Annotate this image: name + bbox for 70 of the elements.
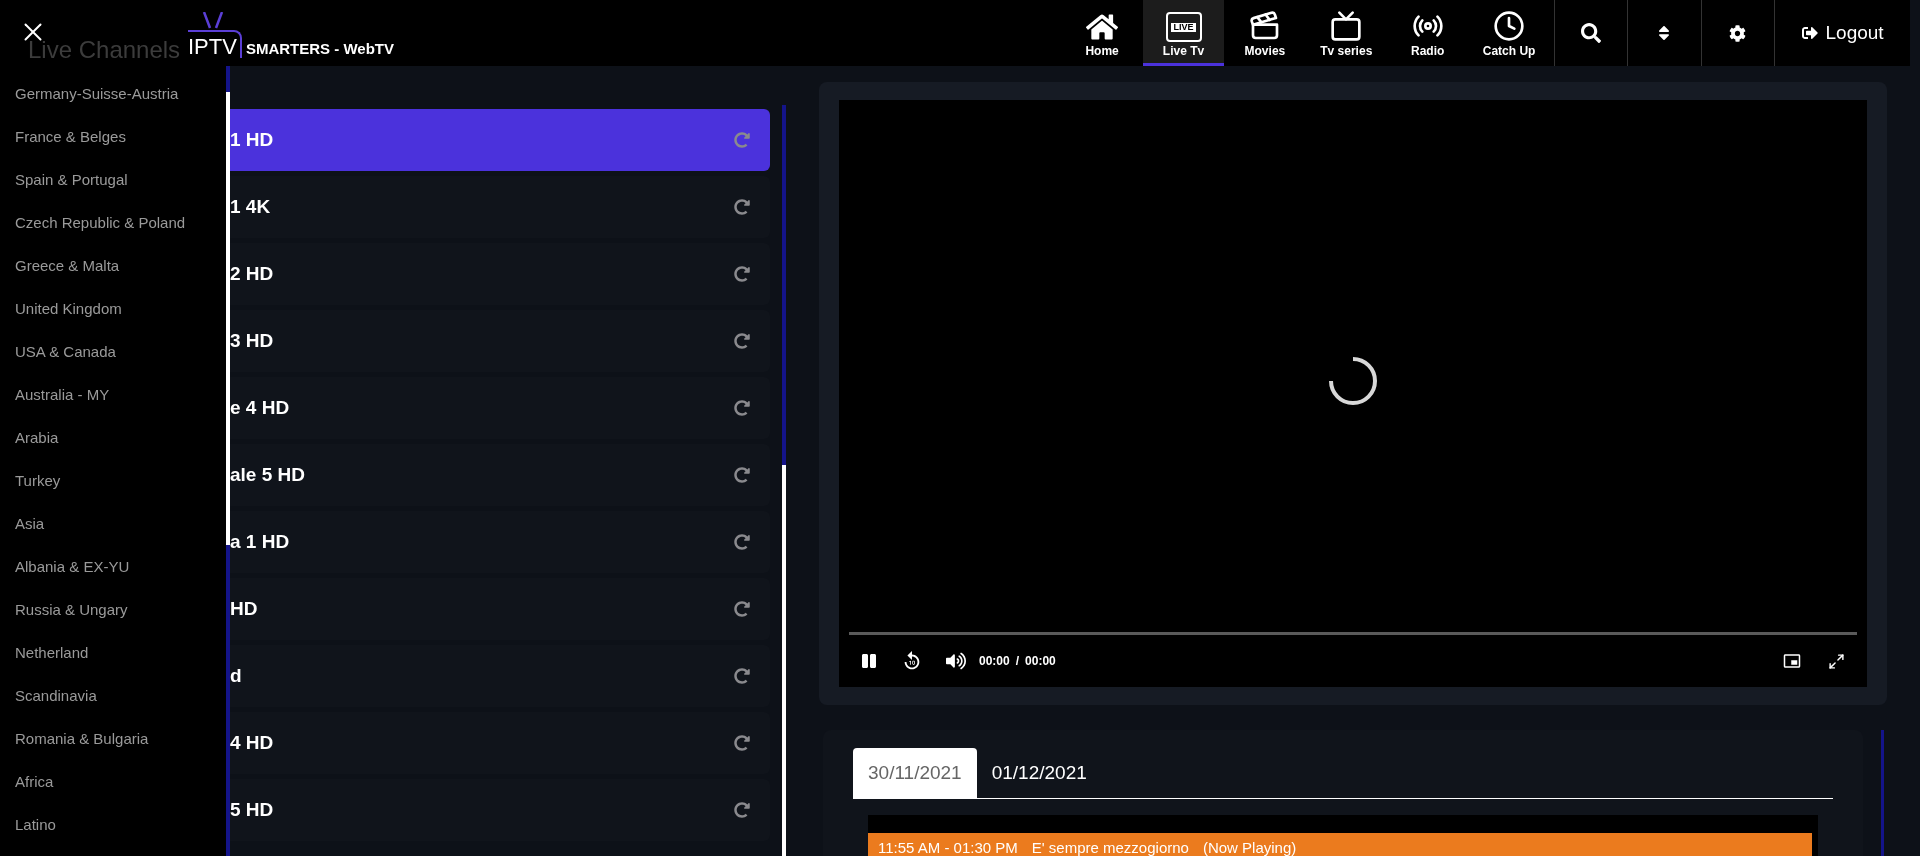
category-item[interactable]: Czech Republic & Poland (0, 202, 226, 245)
channel-name: 1 HD (230, 127, 274, 152)
refresh-icon (734, 132, 750, 148)
nav-tab[interactable]: Catch Up (1468, 0, 1550, 66)
search-icon (1580, 23, 1601, 43)
channel-name: a 1 HD (230, 529, 290, 554)
sidebar-title: Live Channels (28, 38, 181, 62)
refresh-icon (734, 266, 750, 282)
refresh-icon (734, 333, 750, 349)
category-item[interactable]: Latino (0, 804, 226, 847)
category-item[interactable]: France & Belges (0, 116, 226, 159)
logout-icon (1801, 25, 1818, 41)
channel-name: 2 HD (230, 261, 274, 286)
refresh-icon (734, 601, 750, 617)
channel-name: 4 HD (230, 730, 274, 755)
settings-icon (1729, 24, 1747, 42)
duration: 00:00 (1025, 653, 1056, 670)
channel-name: HD (230, 596, 258, 621)
logo-name: SMARTERS - WebTV (245, 41, 394, 56)
category-item[interactable]: Africa (0, 761, 226, 804)
tv-icon (1330, 10, 1363, 42)
channel-name: 1 4K (230, 194, 271, 219)
refresh-icon (734, 400, 750, 416)
category-item[interactable]: USA & Canada (0, 331, 226, 374)
date-tab[interactable]: 01/12/2021 (976, 748, 1102, 798)
category-item[interactable]: Albania & EX-YU (0, 546, 226, 589)
logo-prefix: IPTV (188, 30, 242, 58)
channel-name: ale 5 HD (230, 462, 305, 487)
category-item[interactable]: Netherland (0, 632, 226, 675)
clapperboard-icon (1248, 10, 1281, 42)
category-item[interactable]: Arabia (0, 417, 226, 460)
programme-title: E' sempre mezzogiorno (1031, 837, 1189, 856)
refresh-icon (734, 467, 750, 483)
category-item[interactable]: Scandinavia (0, 675, 226, 718)
live-badge: LIVE (1171, 22, 1196, 32)
time-separator: / (1015, 653, 1020, 670)
clock-icon (1493, 10, 1526, 42)
category-item[interactable]: Turkey (0, 460, 226, 503)
channel-name: d (230, 663, 242, 688)
loading-spinner (1328, 356, 1378, 406)
category-item[interactable]: United Kingdom (0, 288, 226, 331)
nav-tab[interactable]: LIVE Live Tv (1142, 0, 1225, 66)
nav-tab[interactable]: Movies (1224, 0, 1306, 66)
category-item[interactable]: Australia - MY (0, 374, 226, 417)
nav-tab[interactable]: Radio (1387, 0, 1469, 66)
house-icon (1086, 12, 1119, 42)
refresh-icon (734, 534, 750, 550)
category-item[interactable]: Asia (0, 503, 226, 546)
channel-name: 5 HD (230, 797, 274, 822)
pause-button[interactable] (859, 651, 879, 671)
refresh-icon (734, 199, 750, 215)
nav-tab[interactable]: Home (1061, 0, 1143, 66)
refresh-icon (734, 802, 750, 818)
channel-name: e 4 HD (230, 395, 290, 420)
sort-icon (1657, 24, 1672, 42)
category-item[interactable]: Spain & Portugal (0, 159, 226, 202)
programme-status: (Now Playing) (1202, 837, 1297, 856)
category-item[interactable]: Romania & Bulgaria (0, 718, 226, 761)
nav-tab[interactable]: Tv series (1305, 0, 1387, 66)
date-tab[interactable]: 30/11/2021 (853, 748, 977, 798)
refresh-icon (734, 668, 750, 684)
volume-button[interactable] (945, 650, 967, 672)
refresh-icon (734, 735, 750, 751)
category-item[interactable]: Greece & Malta (0, 245, 226, 288)
category-item[interactable]: Germany-Suisse-Austria (0, 73, 226, 116)
channel-name: 3 HD (230, 328, 274, 353)
programme-time: 11:55 AM - 01:30 PM (878, 837, 1018, 856)
current-time: 00:00 (979, 653, 1010, 670)
category-item[interactable]: Russia & Ungary (0, 589, 226, 632)
channel-row[interactable]: 1 HD (230, 109, 770, 171)
